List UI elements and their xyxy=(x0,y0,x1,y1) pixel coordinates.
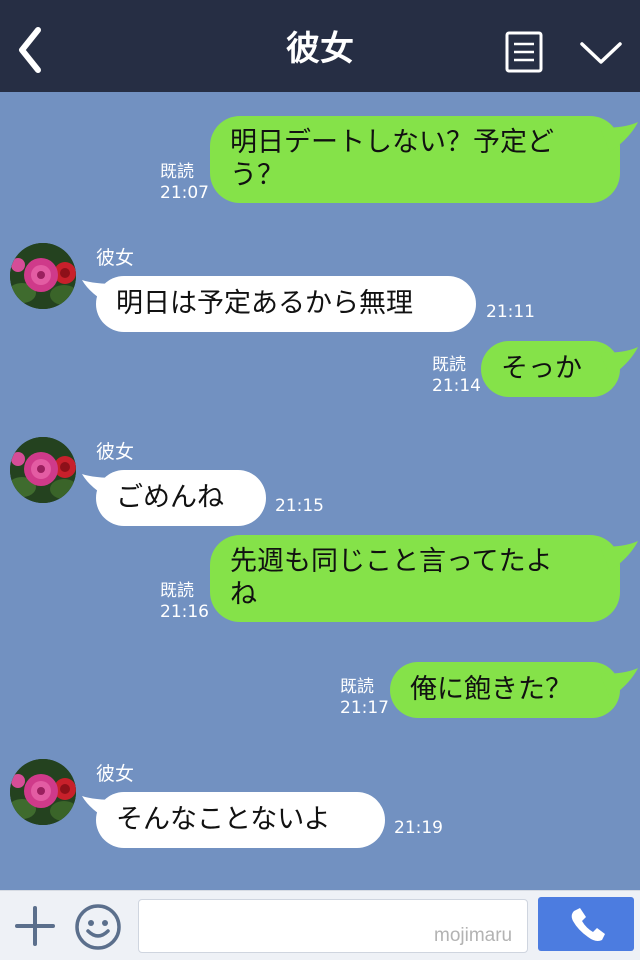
collapse-button[interactable] xyxy=(578,38,624,68)
message-time: 21:16 xyxy=(160,602,209,622)
message-text: う？ xyxy=(230,160,284,191)
message-meta: 既読 21:14 xyxy=(432,355,481,397)
message-text: 俺に飽きた？ xyxy=(410,674,572,705)
menu-icon xyxy=(505,31,543,73)
message-bubble-incoming[interactable]: そんなことないよ xyxy=(96,792,385,848)
menu-button[interactable] xyxy=(505,31,543,73)
sender-name: 彼女 xyxy=(96,763,135,785)
input-bar: mojimaru xyxy=(0,890,640,960)
chevron-down-icon xyxy=(580,42,622,64)
message-meta: 既読 21:17 xyxy=(340,677,389,719)
read-receipt: 既読 xyxy=(160,581,194,601)
bubble-tail xyxy=(600,668,638,698)
message-input[interactable] xyxy=(138,899,528,953)
message-bubble-outgoing[interactable]: 俺に飽きた？ xyxy=(390,662,620,718)
message-bubble-outgoing[interactable]: 先週も同じこと言ってたよ ね xyxy=(210,535,620,622)
rose-avatar-image xyxy=(10,437,76,503)
read-receipt: 既読 xyxy=(160,162,194,182)
chat-title: 彼女 xyxy=(286,29,354,69)
message-bubble-outgoing[interactable]: 明日デートしない？予定ど う？ xyxy=(210,116,620,203)
chevron-left-icon xyxy=(19,27,41,73)
phone-icon xyxy=(571,908,605,941)
message-bubble-incoming[interactable]: 明日は予定あるから無理 xyxy=(96,276,476,332)
message-time: 21:14 xyxy=(432,376,481,396)
message-text: 明日デートしない？予定ど xyxy=(230,127,554,158)
avatar[interactable] xyxy=(10,437,76,503)
message-time: 21:07 xyxy=(160,183,209,203)
message-text: そんなことないよ xyxy=(116,804,331,835)
bubble-tail xyxy=(600,122,638,152)
back-button[interactable] xyxy=(10,22,54,78)
bubble-tail xyxy=(600,541,638,571)
call-button[interactable] xyxy=(538,897,634,951)
add-attachment-button[interactable] xyxy=(14,905,56,947)
message-text: ごめんね xyxy=(116,482,224,513)
sender-name: 彼女 xyxy=(96,441,135,463)
message-text: ね xyxy=(230,579,257,610)
message-time: 21:11 xyxy=(486,302,535,322)
avatar[interactable] xyxy=(10,243,76,309)
plus-icon xyxy=(15,906,55,946)
read-receipt: 既読 xyxy=(432,355,466,375)
chat-area[interactable]: 既読 21:07 明日デートしない？予定ど う？ 彼女 明日は予定あるから無理 … xyxy=(0,92,640,890)
read-receipt: 既読 xyxy=(340,677,374,697)
sender-name: 彼女 xyxy=(96,247,135,269)
chat-header: 彼女 xyxy=(0,0,640,92)
rose-avatar-image xyxy=(10,243,76,309)
emoji-button[interactable] xyxy=(74,903,122,951)
message-meta: 既読 21:07 xyxy=(160,162,209,204)
rose-avatar-image xyxy=(10,759,76,825)
message-time: 21:17 xyxy=(340,698,389,718)
message-text: 先週も同じこと言ってたよ xyxy=(230,546,553,577)
message-time: 21:15 xyxy=(275,496,324,516)
message-meta: 既読 21:16 xyxy=(160,581,209,623)
smiley-icon xyxy=(75,904,121,950)
message-bubble-incoming[interactable]: ごめんね xyxy=(96,470,266,526)
avatar[interactable] xyxy=(10,759,76,825)
message-time: 21:19 xyxy=(394,818,443,838)
message-text: 明日は予定あるから無理 xyxy=(116,288,413,319)
bubble-tail xyxy=(600,347,638,377)
